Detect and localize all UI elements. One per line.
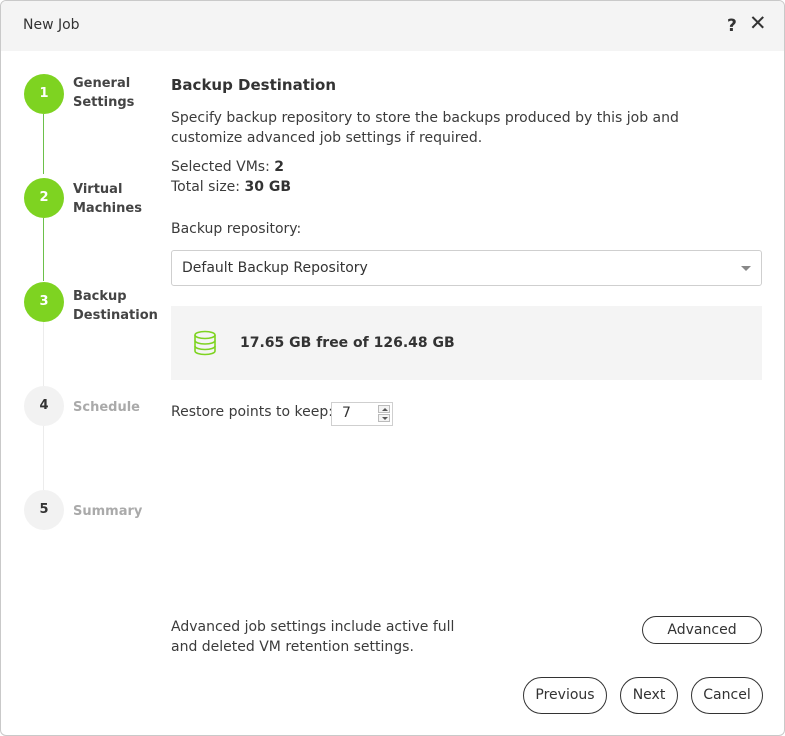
step-connector bbox=[43, 218, 44, 281]
stepper-buttons bbox=[378, 405, 390, 423]
step-number-4: 4 bbox=[24, 386, 64, 426]
restore-points-stepper[interactable]: 7 bbox=[331, 402, 393, 426]
storage-free-text: 17.65 GB free of 126.48 GB bbox=[240, 335, 455, 351]
step-label: General Settings bbox=[73, 76, 135, 110]
step-number-5: 5 bbox=[24, 490, 64, 530]
selected-vms-value: 2 bbox=[274, 159, 285, 175]
database-icon bbox=[194, 330, 216, 356]
restore-points-label: Restore points to keep: bbox=[171, 404, 333, 420]
section-heading: Backup Destination bbox=[171, 76, 337, 94]
total-size-label: Total size: bbox=[171, 179, 241, 195]
step-backup-destination[interactable]: 3 Backup Destination bbox=[24, 282, 164, 323]
step-schedule[interactable]: 4 Schedule bbox=[24, 386, 164, 426]
step-number-2: 2 bbox=[24, 178, 64, 218]
step-connector bbox=[43, 114, 44, 174]
step-number-3: 3 bbox=[24, 282, 64, 322]
section-description: Specify backup repository to store the b… bbox=[171, 110, 679, 146]
step-label: Virtual Machines bbox=[73, 182, 142, 216]
advanced-button[interactable]: Advanced bbox=[642, 616, 762, 644]
next-button[interactable]: Next bbox=[620, 677, 678, 714]
new-job-dialog: New Job ? ✕ 1 General Settings 2 Virtual… bbox=[0, 0, 785, 736]
restore-points-value[interactable]: 7 bbox=[342, 405, 351, 421]
stepper-up-icon[interactable] bbox=[378, 405, 390, 413]
cancel-button[interactable]: Cancel bbox=[691, 677, 763, 714]
step-label: Summary bbox=[73, 504, 143, 519]
backup-repository-label: Backup repository: bbox=[171, 221, 302, 237]
step-number-1: 1 bbox=[24, 74, 64, 114]
previous-button[interactable]: Previous bbox=[523, 677, 607, 714]
backup-repository-select[interactable]: Default Backup Repository bbox=[171, 250, 762, 286]
total-size-value: 30 GB bbox=[244, 179, 291, 195]
step-connector bbox=[43, 322, 44, 386]
dialog-titlebar: New Job ? ✕ bbox=[1, 1, 784, 51]
selected-vms-info: Selected VMs: 2 bbox=[171, 159, 284, 175]
selected-vms-label: Selected VMs: bbox=[171, 159, 270, 175]
step-connector bbox=[43, 426, 44, 490]
backup-repository-value: Default Backup Repository bbox=[182, 260, 368, 276]
close-icon[interactable]: ✕ bbox=[749, 13, 767, 34]
help-icon[interactable]: ? bbox=[727, 16, 737, 36]
storage-info-panel: 17.65 GB free of 126.48 GB bbox=[171, 306, 762, 380]
step-general-settings[interactable]: 1 General Settings bbox=[24, 74, 164, 114]
step-label: Backup Destination bbox=[73, 289, 158, 323]
step-label: Schedule bbox=[73, 400, 140, 415]
advanced-settings-note: Advanced job settings include active ful… bbox=[171, 619, 455, 655]
chevron-down-icon bbox=[741, 266, 751, 271]
step-summary[interactable]: 5 Summary bbox=[24, 490, 164, 530]
dialog-title: New Job bbox=[23, 17, 80, 33]
total-size-info: Total size: 30 GB bbox=[171, 179, 291, 195]
step-virtual-machines[interactable]: 2 Virtual Machines bbox=[24, 178, 164, 218]
stepper-down-icon[interactable] bbox=[378, 414, 390, 422]
